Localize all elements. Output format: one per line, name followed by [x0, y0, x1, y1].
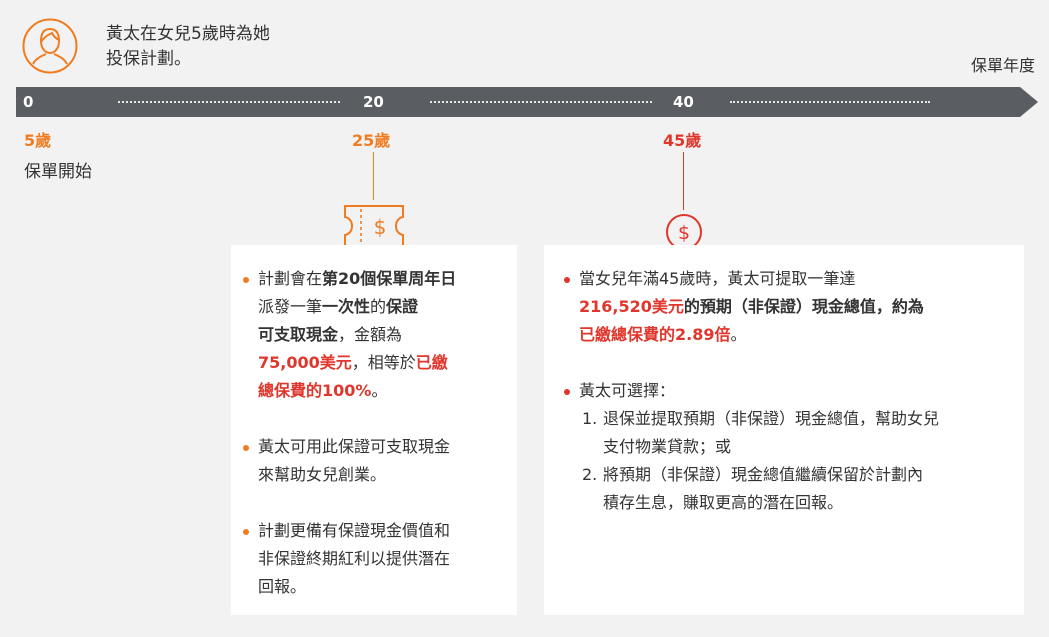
option-number: 2. [582, 465, 598, 484]
option-number: 1. [582, 409, 598, 428]
milestone-25-card: 計劃會在第20個保單周年日 派發一筆一次性的保證 可支取現金，金額為 75,00… [231, 245, 517, 615]
text: 派發一筆 [258, 297, 323, 316]
timeline-dots [730, 101, 930, 103]
text: 退保並提取預期（非保證）現金總值，幫助女兒 [603, 409, 940, 428]
person-outline-icon [22, 18, 78, 74]
bullet-item: 計劃會在第20個保單周年日 派發一筆一次性的保證 可支取現金，金額為 75,00… [243, 265, 511, 405]
bullet-item: 黃太可用此保證可支取現金 來幫助女兒創業。 [243, 433, 511, 489]
text: 當女兒年滿45歲時，黃太可提取一筆達 [579, 269, 856, 288]
text: 75,000美元 [258, 353, 352, 372]
bullet-item: 計劃更備有保證現金價值和 非保證終期紅利以提供潛在 回報。 [243, 517, 511, 601]
timeline-dots [118, 101, 340, 103]
intro-line-2: 投保計劃。 [106, 49, 191, 69]
text: 可支取現金 [258, 325, 339, 344]
text: 非保證終期紅利以提供潛在 [258, 549, 451, 568]
bullet-item: 黃太可選擇： [564, 377, 1019, 405]
milestone-age-45: 45歲 [663, 131, 702, 150]
text: 一次性 [322, 297, 371, 316]
text: 。 [730, 325, 747, 344]
connector-line [683, 152, 684, 210]
option-item: 2. 將預期（非保證）現金總值繼續保留於計劃內 積存生息，賺取更高的潛在回報。 [582, 461, 1019, 517]
milestone-45-card: 當女兒年滿45歲時，黃太可提取一筆達 216,520美元的預期（非保證）現金總值… [544, 245, 1024, 615]
start-label: 保單開始 [24, 162, 92, 182]
start-age: 5歲 [24, 131, 52, 150]
text: 將預期（非保證）現金總值繼續保留於計劃內 [603, 465, 924, 484]
text: 積存生息，賺取更高的潛在回報。 [603, 493, 844, 512]
text: 216,520美元 [579, 297, 684, 316]
tick-20: 20 [363, 93, 384, 111]
text: 已繳總保費的2.89倍 [579, 325, 731, 344]
bullet-item: 當女兒年滿45歲時，黃太可提取一筆達 216,520美元的預期（非保證）現金總值… [564, 265, 1019, 349]
text: 保證 [386, 297, 419, 316]
text: 支付物業貸款；或 [603, 437, 732, 456]
option-item: 1. 退保並提取預期（非保證）現金總值，幫助女兒 支付物業貸款；或 [582, 405, 1019, 461]
text: 總保費的100% [258, 381, 372, 400]
text: ，金額為 [338, 325, 403, 344]
text: 黃太可用此保證可支取現金 [258, 437, 451, 456]
svg-text:$: $ [374, 215, 387, 239]
svg-text:$: $ [678, 222, 690, 244]
intro-line-1: 黃太在女兒5歲時為她 [106, 24, 270, 44]
text: 來幫助女兒創業。 [258, 465, 387, 484]
intro-text: 黃太在女兒5歲時為她 投保計劃。 [106, 22, 326, 72]
text: ，相等於 [351, 353, 416, 372]
cash-coupon-icon: $ [344, 205, 404, 247]
connector-line [373, 152, 374, 200]
tick-0: 0 [23, 93, 34, 111]
text: 計劃更備有保證現金價值和 [258, 521, 451, 540]
milestone-age-25: 25歲 [352, 131, 391, 150]
text: 黃太可選擇： [579, 381, 676, 400]
text: 。 [371, 381, 388, 400]
axis-label: 保單年度 [970, 56, 1035, 75]
text: 回報。 [258, 577, 307, 596]
text: 第20個保單周年日 [322, 269, 457, 288]
text: 已繳 [415, 353, 448, 372]
text: 的預期（非保證）現金總值，約為 [683, 297, 924, 316]
timeline-dots [430, 101, 652, 103]
tick-40: 40 [673, 93, 694, 111]
text: 計劃會在 [258, 269, 323, 288]
text: 的 [370, 297, 387, 316]
